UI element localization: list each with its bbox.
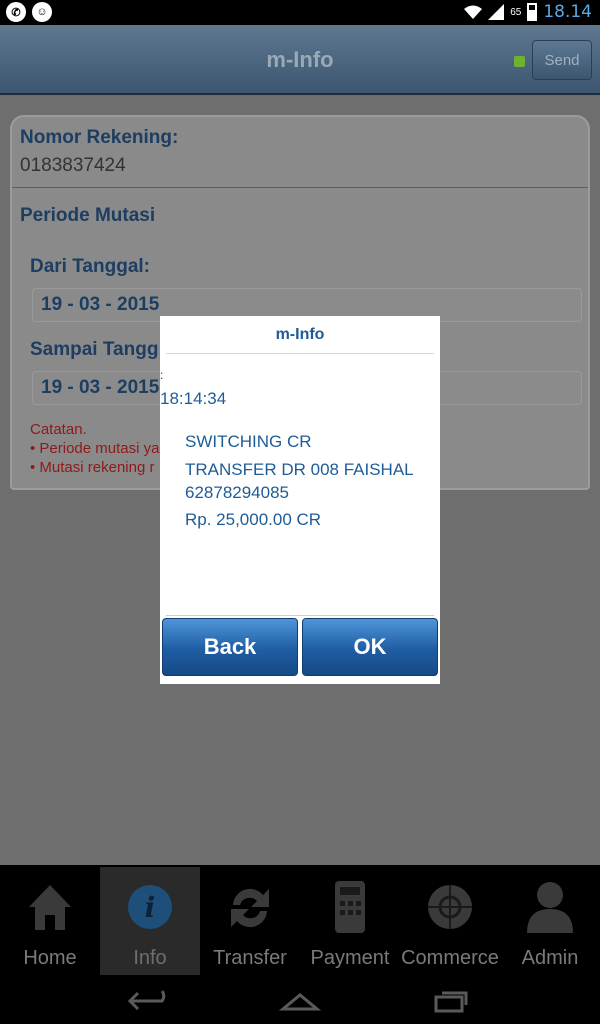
home-icon[interactable]: [275, 985, 325, 1017]
dialog-title: m-Info: [275, 326, 325, 343]
navigation-bar: [0, 977, 600, 1024]
payment-icon: [335, 881, 365, 933]
home-icon: [29, 885, 71, 930]
period-label: Periode Mutasi: [20, 205, 156, 226]
account-label: Nomor Rekening:: [20, 127, 179, 148]
tab-label: Info: [133, 947, 167, 969]
tab-bar: Home i Info Transfer Payment Commerce Ad…: [0, 865, 600, 977]
tab-label: Payment: [310, 947, 390, 969]
tab-home[interactable]: Home: [0, 867, 100, 975]
ok-button[interactable]: OK: [302, 618, 438, 676]
tab-admin[interactable]: Admin: [500, 867, 600, 975]
tab-label: Transfer: [213, 947, 287, 969]
tab-info[interactable]: i Info: [100, 867, 200, 975]
tab-payment[interactable]: Payment: [300, 867, 400, 975]
tab-transfer[interactable]: Transfer: [200, 867, 300, 975]
divider: [166, 615, 434, 616]
account-number: 0183837424: [20, 155, 126, 176]
status-clock: 18.14: [543, 2, 592, 22]
divider: [12, 187, 588, 188]
status-indicator: [514, 56, 525, 67]
chat-icon: ☺: [32, 2, 52, 22]
from-date-label: Dari Tanggal:: [30, 256, 150, 277]
wifi-icon: [464, 5, 483, 19]
whatsapp-icon: ✆: [6, 2, 26, 22]
back-button[interactable]: Back: [162, 618, 298, 676]
battery-percent: 65: [510, 6, 522, 18]
battery-icon: [527, 3, 538, 21]
dialog-colon: :: [160, 368, 164, 382]
note-line: • Mutasi rekening r: [30, 459, 155, 476]
to-date-label: Sampai Tangg: [30, 339, 159, 360]
transfer-icon: [231, 888, 269, 928]
note-title: Catatan.: [30, 421, 87, 438]
page-title: m-Info: [266, 47, 334, 72]
dialog-time: 18:14:34: [160, 389, 227, 408]
dialog-line: Rp. 25,000.00 CR: [185, 510, 322, 529]
info-dialog: m-Info : 18:14:34 SWITCHING CR TRANSFER …: [160, 316, 440, 684]
divider: [166, 353, 434, 354]
tab-label: Commerce: [401, 947, 499, 969]
send-button[interactable]: Send: [532, 40, 592, 80]
app-header: m-Info Send: [0, 25, 600, 95]
dialog-line: SWITCHING CR: [185, 432, 312, 451]
info-icon: i: [128, 885, 172, 929]
tab-label: Admin: [521, 947, 579, 969]
commerce-icon: [428, 885, 472, 929]
dialog-line: TRANSFER DR 008 FAISHAL: [185, 460, 414, 479]
back-icon[interactable]: [124, 985, 174, 1017]
dialog-line: 62878294085: [185, 483, 290, 502]
tab-label: Home: [23, 947, 77, 969]
recents-icon[interactable]: [426, 985, 476, 1017]
note-line: • Periode mutasi ya: [30, 440, 160, 457]
tab-commerce[interactable]: Commerce: [400, 867, 500, 975]
admin-icon: [527, 882, 573, 933]
signal-icon: [488, 4, 505, 20]
status-bar: ✆ ☺ 65 18.14: [0, 0, 600, 25]
svg-text:i: i: [145, 891, 156, 924]
